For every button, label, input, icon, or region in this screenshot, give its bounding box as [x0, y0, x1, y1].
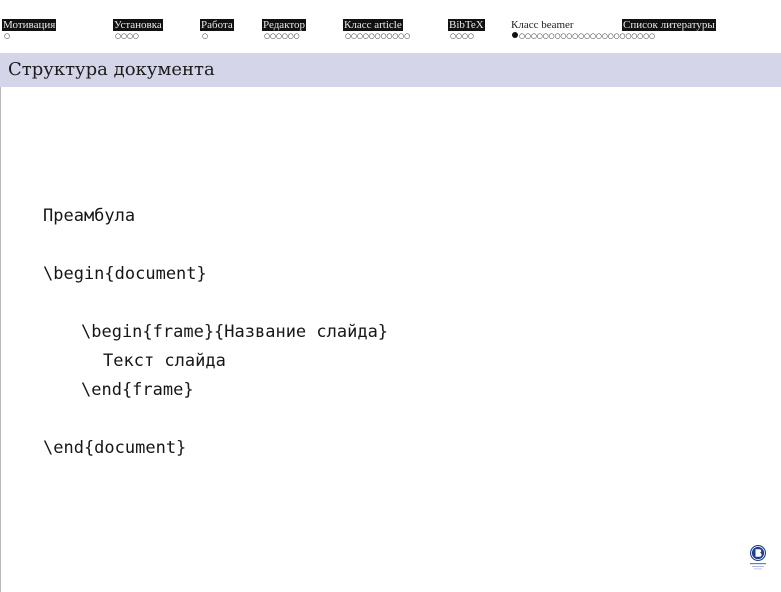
nav-section-label[interactable]: Мотивация — [2, 19, 57, 31]
nav-section-progress-dots[interactable]: ○○○○○○ — [264, 30, 300, 42]
slide: Мотивация ○ Установка ○○○○ Работа ○ Реда… — [0, 0, 781, 592]
nav-section-bibtex[interactable]: BibTeX ○○○○ — [448, 16, 485, 46]
nav-section-progress-dots[interactable]: ○○○○ — [450, 30, 474, 42]
code-line-frame-text: Текст слайда — [103, 351, 226, 371]
nav-section-motivation[interactable]: Мотивация ○ — [2, 16, 57, 46]
nav-section-bibliography[interactable]: Список литературы — [622, 16, 716, 46]
nav-section-article-class[interactable]: Класс article ○○○○○○○○○○○ — [343, 16, 410, 46]
code-line-begin-frame: \begin{frame}{Название слайда} — [81, 322, 389, 342]
nav-section-work[interactable]: Работа ○ — [200, 16, 234, 46]
nav-section-progress-dots[interactable]: ○ — [202, 30, 208, 42]
nav-section-editor[interactable]: Редактор ○○○○○○ — [262, 16, 307, 46]
nav-section-label[interactable]: Список литературы — [622, 19, 716, 31]
nav-section-beamer-class[interactable]: Класс beamer ○○○○○○○○○○○○○○○○○○○○○○○ — [510, 16, 655, 46]
nav-section-progress-dots[interactable]: ○ — [4, 30, 10, 42]
code-line-end-frame: \end{frame} — [81, 380, 194, 400]
nav-section-progress-dots[interactable]: ○○○○○○○○○○○ — [345, 30, 410, 42]
code-line-end-document: \end{document} — [43, 438, 187, 458]
frame-title-bar: Структура документа — [0, 53, 781, 87]
section-navigation: Мотивация ○ Установка ○○○○ Работа ○ Реда… — [0, 0, 781, 53]
current-slide-dot-icon[interactable] — [512, 32, 518, 38]
nav-section-install[interactable]: Установка ○○○○ — [113, 16, 163, 46]
frame-title: Структура документа — [8, 59, 215, 80]
university-crest-icon — [748, 544, 768, 572]
nav-section-progress-dots[interactable]: ○○○○ — [115, 30, 139, 42]
code-line-preamble: Преамбула — [43, 206, 136, 226]
slide-left-border — [0, 0, 1, 592]
code-line-begin-document: \begin{document} — [43, 264, 207, 284]
